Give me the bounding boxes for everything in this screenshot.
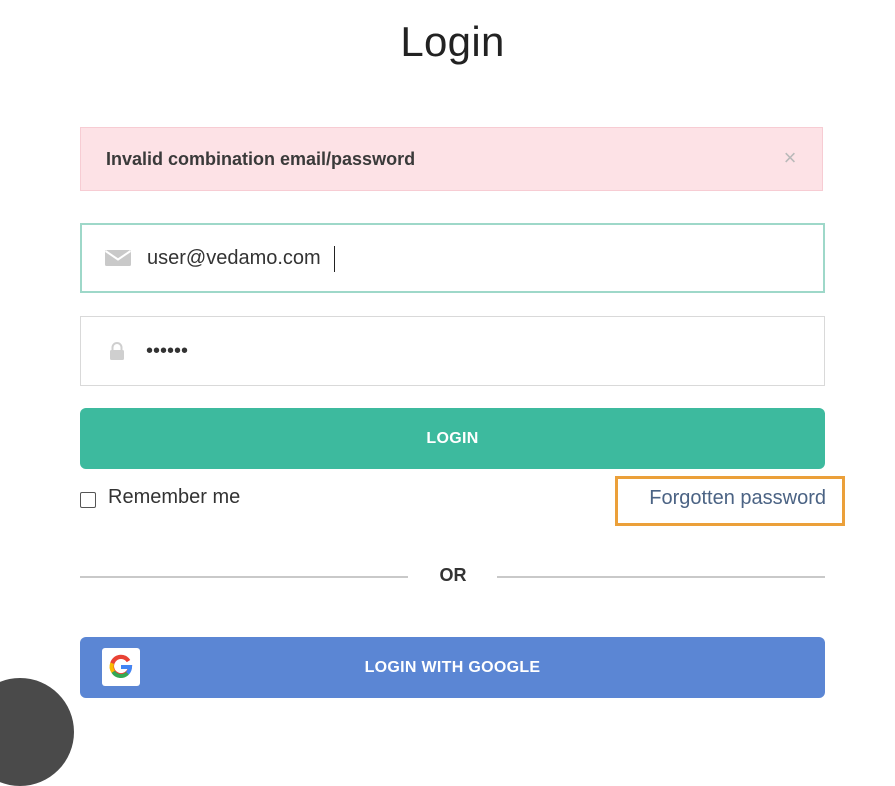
lock-icon (103, 341, 131, 361)
divider-line-right (497, 576, 825, 578)
divider-label: OR (439, 565, 467, 585)
error-alert: Invalid combination email/password × (80, 127, 823, 191)
page-title: Login (400, 18, 505, 65)
alert-message: Invalid combination email/password (106, 149, 416, 169)
text-caret (334, 246, 335, 272)
password-input[interactable]: •••••• (146, 317, 786, 385)
remember-label: Remember me (108, 486, 241, 508)
password-field[interactable]: •••••• (80, 316, 825, 386)
login-button[interactable]: LOGIN (80, 408, 825, 469)
email-field[interactable] (80, 223, 825, 293)
remember-checkbox[interactable] (80, 491, 96, 508)
close-icon[interactable]: × (780, 146, 800, 170)
google-login-label: LOGIN WITH GOOGLE (364, 658, 541, 676)
envelope-icon (104, 248, 132, 268)
google-login-button[interactable]: LOGIN WITH GOOGLE (80, 637, 825, 698)
divider-line-left (80, 576, 408, 578)
remember-me[interactable]: Remember me (80, 486, 240, 509)
forgot-password-link[interactable]: Forgotten password (620, 487, 826, 510)
corner-avatar-partial (0, 678, 74, 786)
email-input[interactable] (147, 225, 787, 291)
